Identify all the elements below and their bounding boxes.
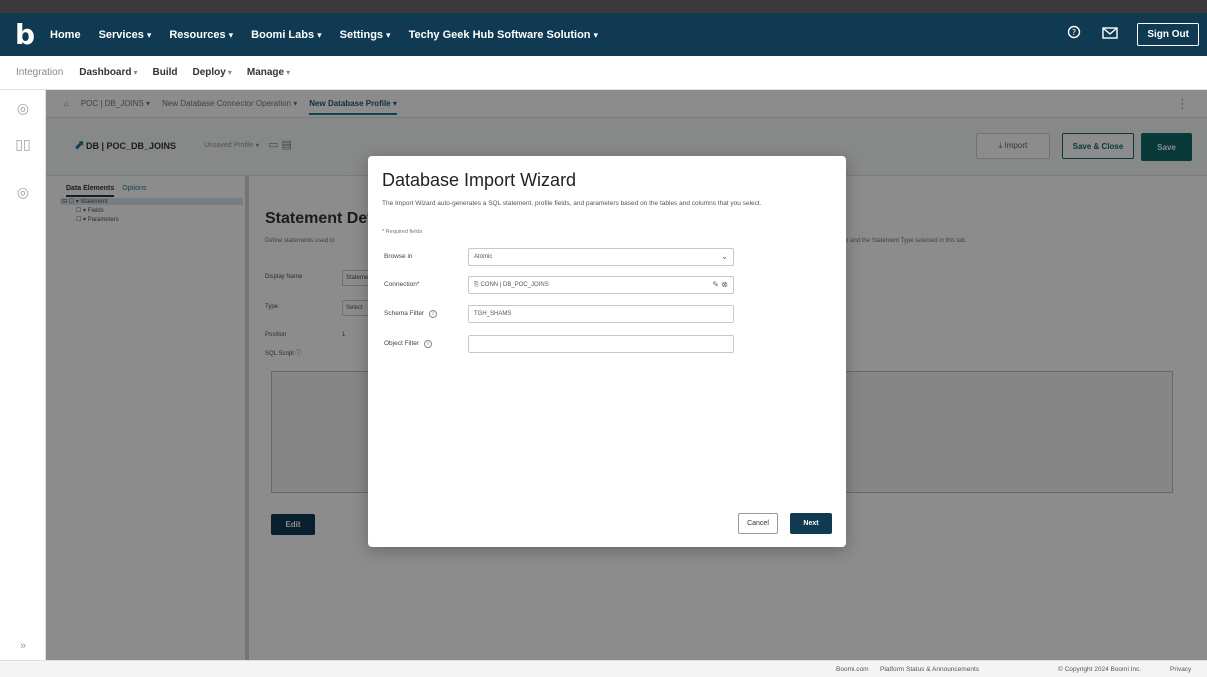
- page-footer: Boomi.com Platform Status & Announcement…: [0, 660, 1207, 677]
- connection-label: Connection*: [384, 281, 420, 288]
- privacy-link[interactable]: Privacy: [1170, 666, 1191, 673]
- required-note: * Required fields: [382, 229, 423, 235]
- schema-filter-label: Schema Filter i: [384, 310, 438, 318]
- subnav-deploy[interactable]: Deploy ▾: [193, 67, 232, 78]
- svg-text:?: ?: [1072, 28, 1076, 37]
- platform-status-link[interactable]: Platform Status & Announcements: [880, 666, 979, 673]
- left-icon-rail: ◎ ▯▯ ◎: [0, 90, 46, 677]
- next-button[interactable]: Next: [790, 513, 832, 534]
- connection-value: ⎘ CONN | DB_POC_JOINS: [474, 282, 549, 288]
- object-filter-label: Object Filter i: [384, 340, 433, 348]
- cancel-button[interactable]: Cancel: [738, 513, 778, 534]
- expand-rail-icon[interactable]: »: [0, 640, 46, 652]
- settings-icon[interactable]: ◎: [0, 184, 46, 201]
- nav-boomi-labs[interactable]: Boomi Labs ▾: [251, 29, 321, 41]
- secondary-nav: Integration Dashboard ▾ Build Deploy ▾ Man…: [0, 56, 1207, 90]
- copyright-text: © Copyright 2024 Boomi Inc.: [1058, 666, 1142, 673]
- connection-actions-icon[interactable]: ✎ ⊗: [712, 280, 728, 289]
- boomi-logo[interactable]: b: [0, 13, 50, 56]
- component-explorer-icon[interactable]: ◎: [0, 100, 46, 117]
- boomi-link[interactable]: Boomi.com: [836, 666, 869, 673]
- nav-services[interactable]: Services ▾: [99, 29, 152, 41]
- subnav-build[interactable]: Build: [153, 67, 178, 78]
- browse-in-select[interactable]: Atomic ⌄: [468, 248, 734, 266]
- dialog-description: The Import Wizard auto-generates a SQL s…: [382, 200, 762, 207]
- sign-out-button[interactable]: Sign Out: [1137, 23, 1199, 46]
- top-navbar: b Home Services ▾ Resources ▾ Boomi Labs ▾ …: [0, 13, 1207, 56]
- nav-home[interactable]: Home: [50, 29, 81, 41]
- nav-resources[interactable]: Resources ▾: [169, 29, 233, 41]
- database-import-wizard-dialog: Database Import Wizard The Import Wizard…: [368, 156, 846, 547]
- subnav-dashboard[interactable]: Dashboard ▾: [79, 67, 137, 78]
- chevron-down-icon: ⌄: [721, 252, 728, 261]
- subnav-manage[interactable]: Manage ▾: [247, 67, 290, 78]
- nav-account-switcher[interactable]: Techy Geek Hub Software Solution ▾: [409, 29, 598, 41]
- info-icon[interactable]: i: [429, 310, 438, 318]
- help-circle-icon[interactable]: ?: [1065, 25, 1083, 44]
- object-filter-input[interactable]: [468, 335, 734, 353]
- info-icon[interactable]: i: [424, 340, 433, 348]
- nav-settings[interactable]: Settings ▾: [340, 29, 391, 41]
- mail-icon[interactable]: [1101, 26, 1119, 44]
- connection-field[interactable]: ⎘ CONN | DB_POC_JOINS ✎ ⊗: [468, 276, 734, 294]
- browse-in-label: Browse in: [384, 253, 413, 260]
- browser-top-strip: [0, 0, 1207, 13]
- schema-filter-input[interactable]: TGH_SHAMS: [468, 305, 734, 323]
- book-icon[interactable]: ▯▯: [0, 136, 46, 153]
- product-label: Integration: [16, 67, 64, 78]
- browse-in-value: Atomic: [474, 254, 493, 260]
- dialog-title: Database Import Wizard: [382, 170, 577, 190]
